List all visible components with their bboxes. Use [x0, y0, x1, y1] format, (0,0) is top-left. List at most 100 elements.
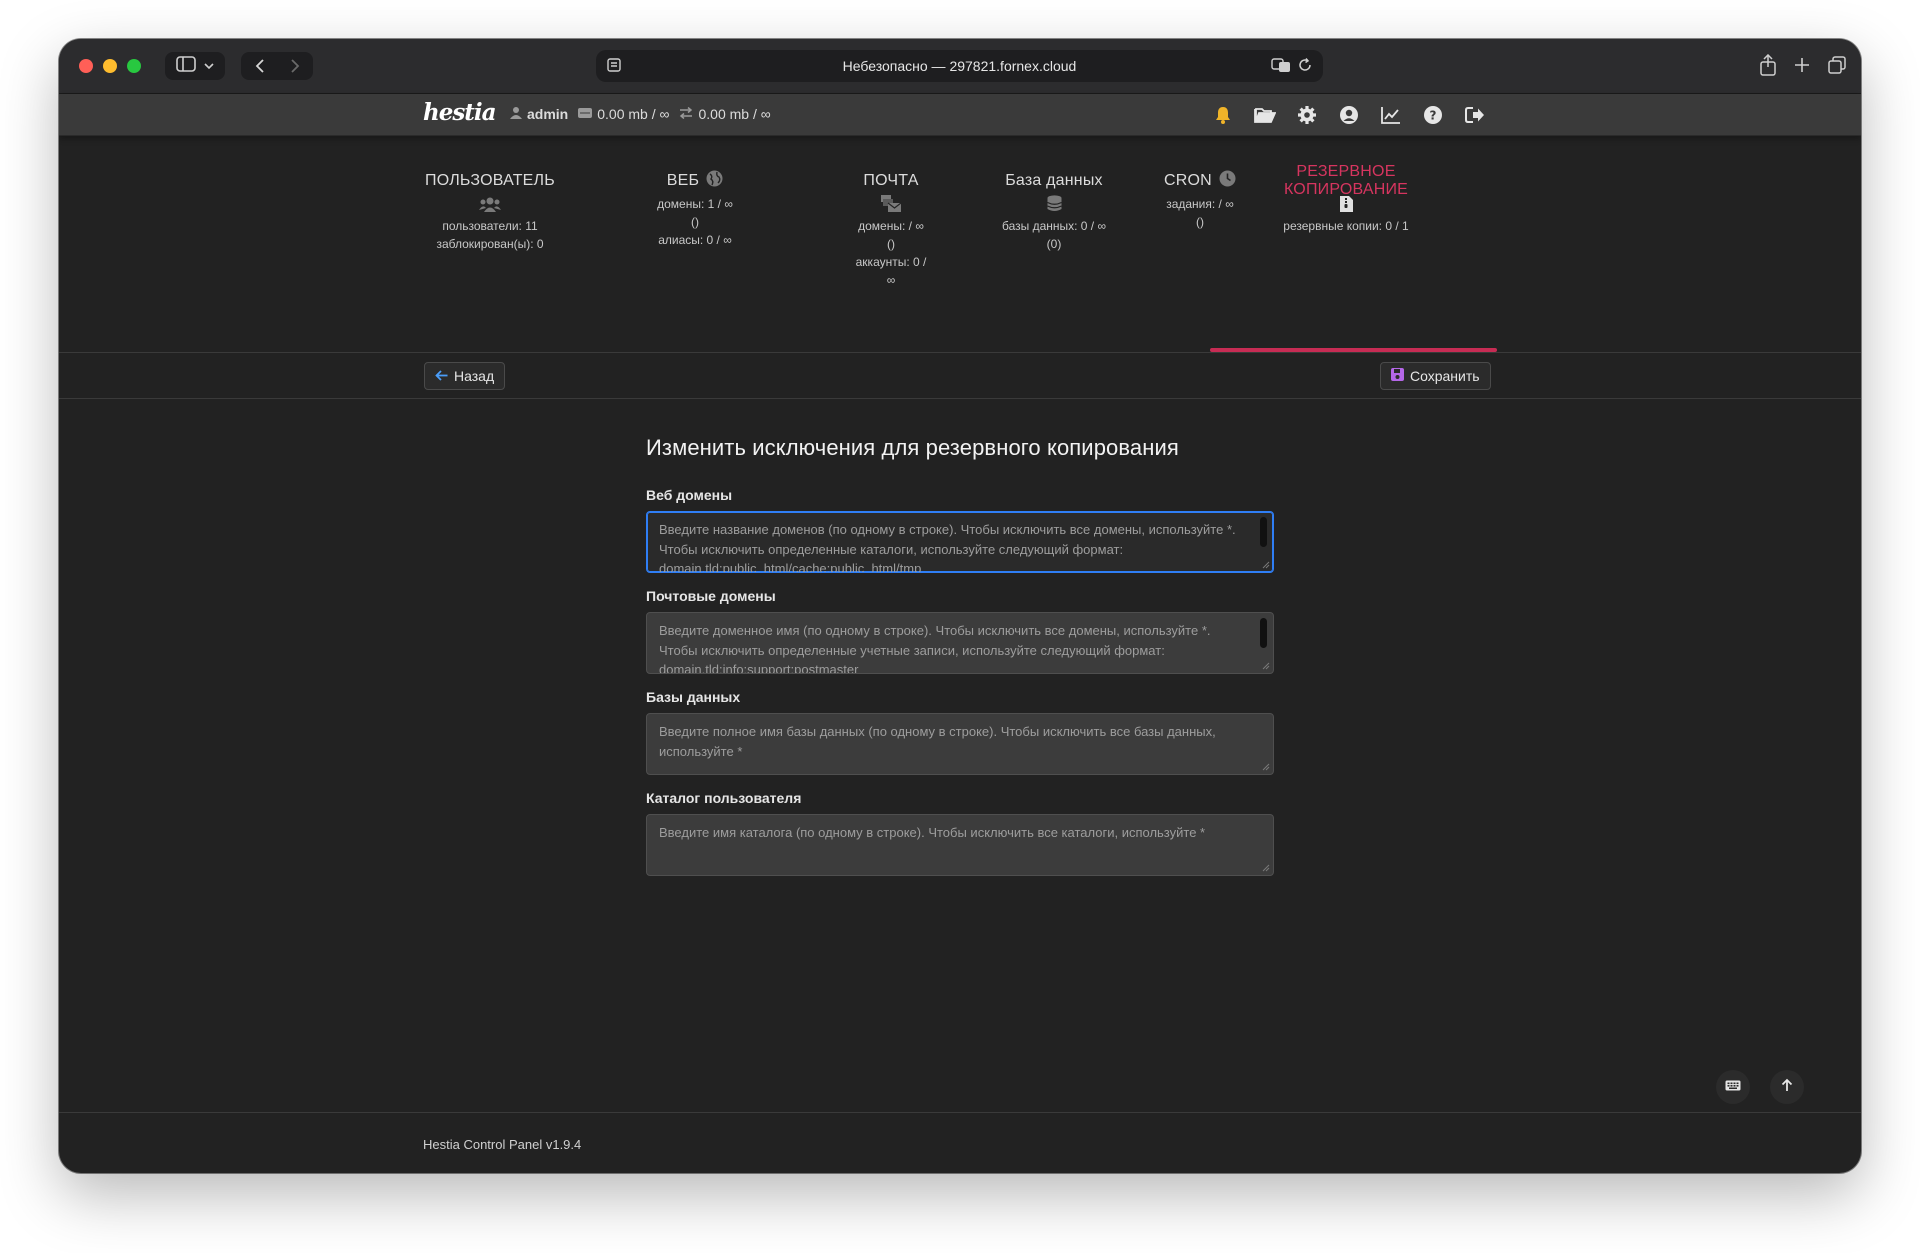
stat-line: базы данных: 0 / ∞ — [1001, 219, 1107, 233]
scrollbar-thumb[interactable] — [1260, 618, 1267, 648]
exchange-icon — [679, 106, 693, 122]
web-domains-field — [646, 511, 1274, 573]
stat-line: аккаунты: 0 / — [855, 255, 927, 269]
address-bar[interactable]: Небезопасно — 297821.fornex.cloud — [596, 50, 1323, 82]
username: admin — [527, 106, 569, 122]
tab-mail-title: ПОЧТА — [863, 172, 919, 189]
resize-grip-icon[interactable] — [1262, 864, 1270, 872]
chevron-down-icon — [204, 57, 214, 75]
reload-icon[interactable] — [1297, 57, 1313, 76]
logout-icon[interactable] — [1463, 104, 1487, 126]
browser-window: Небезопасно — 297821.fornex.cloud hestia… — [59, 39, 1861, 1173]
user-directory-label: Каталог пользователя — [646, 790, 802, 806]
share-icon[interactable] — [1759, 53, 1777, 81]
current-user[interactable]: admin — [510, 106, 568, 122]
user-directory-input[interactable] — [647, 815, 1273, 875]
save-button[interactable]: Сохранить — [1380, 362, 1491, 390]
stat-line: резервные копии: 0 / 1 — [1283, 219, 1409, 233]
browser-toolbar: Небезопасно — 297821.fornex.cloud — [59, 39, 1861, 94]
close-window-button[interactable] — [79, 59, 93, 73]
stat-line: () — [887, 237, 895, 251]
nav-buttons — [241, 52, 313, 80]
gear-icon[interactable] — [1295, 104, 1319, 126]
tab-database[interactable]: База данных базы данных: 0 / ∞ (0) — [979, 171, 1129, 253]
app-topbar: hestia admin 0.00 mb / ∞ 0.00 mb / ∞ ? — [59, 94, 1861, 136]
database-icon — [1046, 195, 1062, 217]
action-toolbar: Назад Сохранить — [59, 353, 1861, 399]
zoom-window-button[interactable] — [127, 59, 141, 73]
stats-tabs: ПОЛЬЗОВАТЕЛЬ пользователи: 11 заблокиров… — [59, 136, 1861, 353]
hdd-icon — [578, 106, 593, 122]
svg-text:?: ? — [1430, 109, 1437, 123]
tab-users-title: ПОЛЬЗОВАТЕЛЬ — [425, 172, 555, 189]
stat-line: алиасы: 0 / ∞ — [658, 233, 732, 247]
arrow-left-icon — [435, 368, 448, 384]
globe-icon — [706, 170, 723, 192]
databases-field — [646, 713, 1274, 775]
floppy-disk-icon — [1391, 368, 1404, 384]
stat-line: (0) — [1046, 237, 1062, 251]
account-summary: admin 0.00 mb / ∞ 0.00 mb / ∞ — [510, 106, 771, 122]
tab-overview-icon[interactable] — [1827, 54, 1847, 81]
chart-line-icon[interactable] — [1379, 104, 1403, 126]
stat-line: пользователи: 11 — [442, 219, 538, 233]
user-icon — [510, 106, 522, 122]
scrollbar-thumb[interactable] — [1260, 517, 1267, 547]
arrow-up-icon — [1781, 1078, 1793, 1097]
tab-web-title: ВЕБ — [666, 172, 700, 189]
new-tab-icon[interactable] — [1793, 54, 1811, 81]
user-circle-icon[interactable] — [1337, 104, 1361, 126]
resize-grip-icon[interactable] — [1262, 662, 1270, 670]
web-domains-label: Веб домены — [646, 487, 733, 503]
stat-line: () — [691, 215, 699, 229]
tab-database-title: База данных — [1005, 172, 1103, 189]
clock-icon — [1219, 170, 1236, 192]
tab-web[interactable]: ВЕБ домены: 1 / ∞ () алиасы: 0 / ∞ — [640, 170, 750, 249]
tab-users[interactable]: ПОЛЬЗОВАТЕЛЬ пользователи: 11 заблокиров… — [400, 171, 580, 253]
folder-open-icon[interactable] — [1253, 104, 1277, 126]
databases-input[interactable] — [647, 714, 1273, 774]
web-domains-input[interactable] — [647, 512, 1273, 572]
save-button-label: Сохранить — [1410, 368, 1480, 384]
tab-cron-title: CRON — [1164, 172, 1212, 189]
resize-grip-icon[interactable] — [1262, 561, 1270, 569]
stat-line: домены: / ∞ — [858, 219, 924, 233]
bandwidth-usage-value: 0.00 mb / ∞ — [698, 106, 771, 122]
page-title: Изменить исключения для резервного копир… — [646, 435, 1179, 460]
tab-mail[interactable]: ПОЧТА домены: / ∞ () аккаунты: 0 / ∞ — [831, 171, 951, 289]
bell-icon[interactable] — [1211, 104, 1235, 126]
keyboard-icon — [1725, 1078, 1741, 1096]
back-nav-button[interactable] — [241, 59, 277, 73]
translate-icon[interactable] — [1271, 57, 1291, 76]
disk-usage: 0.00 mb / ∞ — [578, 106, 669, 122]
stat-line: домены: 1 / ∞ — [657, 197, 733, 211]
footer-version: Hestia Control Panel v1.9.4 — [423, 1137, 582, 1152]
keyboard-shortcuts-button[interactable] — [1716, 1070, 1750, 1104]
scroll-to-top-button[interactable] — [1770, 1070, 1804, 1104]
footer-divider — [59, 1112, 1861, 1113]
address-text: Небезопасно — 297821.fornex.cloud — [842, 58, 1077, 74]
hestia-logo[interactable]: hestia — [423, 99, 497, 126]
mail-domains-field — [646, 612, 1274, 674]
sidebar-toggle-button[interactable] — [165, 52, 225, 80]
forward-nav-button[interactable] — [277, 59, 313, 73]
sidebar-icon — [176, 55, 196, 77]
mail-bulk-icon — [881, 195, 902, 217]
back-button[interactable]: Назад — [424, 362, 506, 390]
stat-line: ∞ — [886, 273, 896, 287]
tab-backup[interactable]: РЕЗЕРВНОЕ КОПИРОВАНИЕ резервные копии: 0… — [1236, 163, 1456, 235]
user-directory-field — [646, 814, 1274, 876]
mail-domains-input[interactable] — [647, 613, 1273, 673]
back-button-label: Назад — [454, 368, 495, 384]
stat-line: заблокирован(ы): 0 — [436, 237, 544, 251]
tab-backup-title: РЕЗЕРВНОЕ КОПИРОВАНИЕ — [1283, 163, 1409, 198]
minimize-window-button[interactable] — [103, 59, 117, 73]
mail-domains-label: Почтовые домены — [646, 588, 776, 604]
resize-grip-icon[interactable] — [1262, 763, 1270, 771]
reader-icon[interactable] — [606, 57, 622, 76]
disk-usage-value: 0.00 mb / ∞ — [597, 106, 670, 122]
databases-label: Базы данных — [646, 689, 741, 705]
file-zip-icon — [1339, 195, 1353, 217]
backup-exclusions-form: Изменить исключения для резервного копир… — [646, 435, 1274, 891]
question-icon[interactable]: ? — [1421, 104, 1445, 126]
